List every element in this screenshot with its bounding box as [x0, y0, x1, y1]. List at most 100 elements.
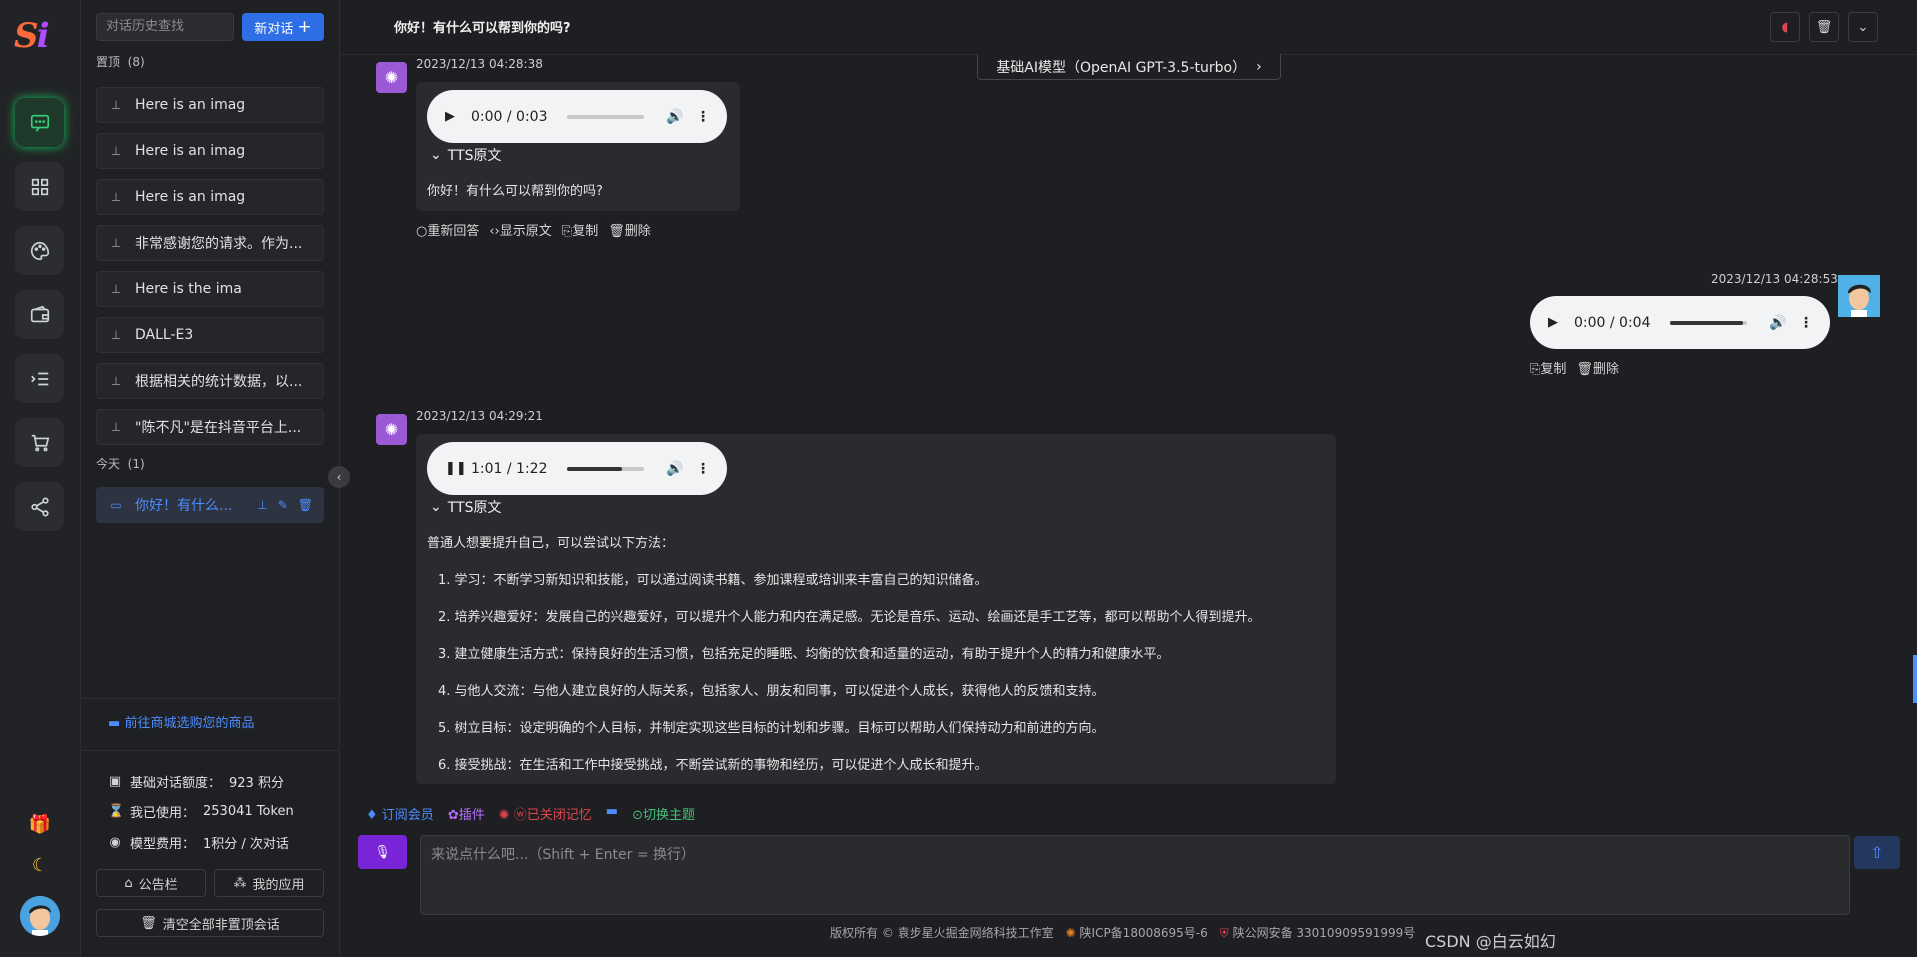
- pinned-conversation[interactable]: ⊥ Here is an imag: [96, 87, 324, 123]
- model-selector[interactable]: 基础AI模型（OpenAI GPT-3.5-turbo） ›: [977, 54, 1281, 80]
- audio-progress[interactable]: [567, 114, 644, 119]
- audio-player[interactable]: ▶ 0:00 / 0:04 🔊 ⋮: [1530, 296, 1830, 349]
- regenerate-button[interactable]: ○重新回答: [416, 220, 479, 239]
- pinned-group-label: 置顶 (8): [96, 55, 145, 69]
- message-list-item: 5. 树立目标：设定明确的个人目标，并制定实现这些目标的计划和步骤。目标可以帮助…: [438, 721, 1105, 736]
- scrollbar-thumb[interactable]: [1913, 655, 1917, 703]
- gift-icon[interactable]: 🎁: [28, 813, 52, 837]
- chat-bubble-icon: ▭: [110, 498, 122, 512]
- more-options-icon[interactable]: ⋮: [696, 461, 710, 477]
- pin-icon: ⊥: [110, 98, 122, 112]
- history-search-input[interactable]: 对话历史查找: [96, 13, 234, 41]
- user-avatar[interactable]: [20, 896, 60, 936]
- usage-stat: ⌛ 我已使用： 253041 Token: [108, 804, 294, 821]
- site-footer: 版权所有 © 袁步星火掘金网络科技工作室 ✺ 陕ICP备18008695号-6 …: [830, 924, 1415, 941]
- app-logo: Si: [14, 16, 49, 56]
- message-input[interactable]: 来说点什么吧...（Shift + Enter = 换行）: [420, 835, 1850, 915]
- show-source-button[interactable]: ‹›显示原文: [489, 220, 551, 239]
- send-button[interactable]: ⇧: [1854, 836, 1900, 869]
- avatar-illustration: [1838, 275, 1880, 317]
- pinned-conversation[interactable]: ⊥ Here is an imag: [96, 179, 324, 215]
- message-list-item: 2. 培养兴趣爱好：发展自己的兴趣爱好，可以提升个人能力和内在满足感。无论是音乐…: [438, 610, 1261, 625]
- play-icon[interactable]: ▶: [1548, 315, 1562, 330]
- delete-button[interactable]: 🗑删除: [1576, 358, 1619, 377]
- tasks-nav-button[interactable]: [15, 354, 64, 403]
- plugins-button[interactable]: ✿插件: [448, 804, 485, 823]
- chat-icon: [30, 114, 49, 132]
- police-badge-icon: ⛨: [1219, 926, 1229, 940]
- coin-icon: ◉: [109, 835, 121, 850]
- theme-toggle[interactable]: ⊙切换主题: [632, 804, 695, 823]
- audio-progress-fill: [567, 466, 623, 471]
- more-options-icon[interactable]: ⋮: [1799, 315, 1813, 331]
- volume-icon[interactable]: 🔊: [666, 109, 683, 125]
- message-list-item: 1. 学习：不断学习新知识和技能，可以通过阅读书籍、参加课程或培训来丰富自己的知…: [438, 573, 988, 588]
- chevron-right-icon: ›: [1256, 58, 1262, 75]
- chat-nav-button[interactable]: [15, 98, 64, 147]
- openai-icon: ✺: [384, 68, 399, 87]
- play-icon[interactable]: ▶: [445, 109, 459, 124]
- audio-progress[interactable]: [567, 466, 644, 471]
- copy-button[interactable]: ⎘复制: [562, 220, 598, 239]
- pin-conversation-icon[interactable]: ⊥: [257, 498, 267, 512]
- pause-icon[interactable]: ❚❚: [445, 461, 467, 476]
- user-message-avatar: [1838, 275, 1880, 317]
- plus-icon: +: [297, 17, 312, 37]
- cart-icon: [31, 434, 49, 451]
- delete-button[interactable]: 🗑删除: [608, 220, 651, 239]
- pinned-conversation[interactable]: ⊥ 非常感谢您的请求。作为...: [96, 225, 324, 261]
- volume-icon[interactable]: 🔊: [1769, 315, 1786, 331]
- share-nav-button[interactable]: [15, 482, 64, 531]
- icp-link[interactable]: ✺ 陕ICP备18008695号-6: [1066, 924, 1208, 941]
- voice-input-button[interactable]: 🎙: [358, 835, 407, 869]
- wallet-nav-button[interactable]: [15, 290, 64, 339]
- keyboard-icon[interactable]: ▬: [606, 804, 618, 823]
- message-list-item: 4. 与他人交流：与他人建立良好的人际关系，包括家人、朋友和同事，可以促进个人成…: [438, 684, 1105, 699]
- shop-link[interactable]: ▬ 前往商城选购您的商品: [108, 712, 254, 731]
- tts-toggle[interactable]: ⌄ TTS原文: [430, 497, 501, 517]
- hourglass-icon: ⌛: [108, 804, 125, 819]
- message-intro: 普通人想要提升自己，可以尝试以下方法：: [427, 536, 675, 551]
- pinned-conversation[interactable]: ⊥ DALL-E3: [96, 317, 324, 353]
- shop-nav-button[interactable]: [15, 418, 64, 467]
- trash-icon[interactable]: 🗑: [298, 498, 313, 512]
- audio-progress[interactable]: [1670, 320, 1747, 325]
- voice-off-button[interactable]: ◖: [1770, 12, 1800, 42]
- today-group-label: 今天 (1): [96, 457, 145, 471]
- audio-player[interactable]: ▶ 0:00 / 0:03 🔊 ⋮: [427, 90, 727, 143]
- more-options-icon[interactable]: ⋮: [696, 109, 710, 125]
- pin-icon: ⊥: [110, 190, 122, 204]
- my-apps-button[interactable]: ⁂ 我的应用: [214, 869, 324, 897]
- delete-chat-button[interactable]: 🗑: [1809, 12, 1839, 42]
- audio-time: 0:00 / 0:04: [1574, 314, 1651, 331]
- moon-icon[interactable]: ☾: [28, 854, 52, 878]
- active-conversation[interactable]: ▭ 你好！有什么... ⊥ ✎ 🗑: [96, 487, 324, 523]
- draw-nav-button[interactable]: [15, 226, 64, 275]
- input-toolbar: ♦ 订阅会员 ✿插件 ✺ ⓦ已关闭记忆 ▬ ⊙切换主题: [366, 804, 695, 823]
- watermark: CSDN @白云如幻: [1425, 932, 1556, 951]
- audio-player[interactable]: ❚❚ 1:01 / 1:22 🔊 ⋮: [427, 442, 727, 495]
- apps-nav-button[interactable]: [15, 162, 64, 211]
- pin-icon: ⊥: [110, 374, 122, 388]
- assistant-avatar: ✺: [376, 62, 407, 93]
- pinned-conversation[interactable]: ⊥ "陈不凡"是在抖音平台上...: [96, 409, 324, 445]
- message-list-item: 6. 接受挑战：在生活和工作中接受挑战，不断尝试新的事物和经历，可以促进个人成长…: [438, 758, 988, 773]
- subscribe-button[interactable]: ♦ 订阅会员: [366, 804, 434, 823]
- pinned-conversation[interactable]: ⊥ 根据相关的统计数据，以...: [96, 363, 324, 399]
- edit-icon[interactable]: ✎: [278, 498, 288, 512]
- tts-toggle[interactable]: ⌄ TTS原文: [430, 145, 501, 165]
- volume-icon[interactable]: 🔊: [666, 461, 683, 477]
- pinned-conversation[interactable]: ⊥ Here is an imag: [96, 133, 324, 169]
- more-menu-button[interactable]: ⌄: [1848, 12, 1878, 42]
- message-actions: ○重新回答 ‹›显示原文 ⎘复制 🗑删除: [416, 220, 651, 239]
- memory-toggle[interactable]: ✺ ⓦ已关闭记忆: [499, 804, 592, 823]
- conversation-sidebar: 对话历史查找 新对话 + 置顶 (8) ⊥ Here is an imag ⊥ He…: [81, 0, 340, 957]
- pinned-conversation[interactable]: ⊥ Here is the ima: [96, 271, 324, 307]
- sidebar-divider: [81, 698, 339, 699]
- police-link[interactable]: ⛨ 陕公网安备 33010909591999号: [1220, 924, 1416, 941]
- message-text: 你好！有什么可以帮到你的吗?: [427, 184, 603, 199]
- notice-button[interactable]: ⌂ 公告栏: [96, 869, 206, 897]
- clear-conversations-button[interactable]: 🗑 清空全部非置顶会话: [96, 909, 324, 937]
- copy-button[interactable]: ⎘复制: [1530, 358, 1566, 377]
- new-chat-button[interactable]: 新对话 +: [242, 13, 324, 41]
